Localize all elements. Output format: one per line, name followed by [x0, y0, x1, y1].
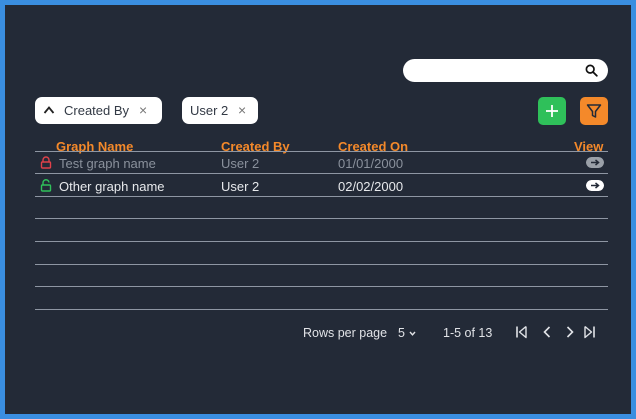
app-window: Created By × User 2 × Graph Name Created…	[0, 0, 636, 419]
table-cell-created-by: User 2	[221, 179, 260, 194]
arrow-right-icon[interactable]	[586, 157, 604, 168]
empty-row-divider	[35, 309, 608, 310]
chip-label: Created By	[64, 103, 130, 118]
divider	[35, 173, 608, 174]
table-cell-graph-name[interactable]: Test graph name	[59, 156, 156, 171]
plus-icon	[546, 105, 558, 117]
first-page-icon[interactable]	[515, 325, 529, 339]
rows-per-page-select[interactable]: 5	[398, 326, 416, 340]
divider	[35, 196, 608, 197]
rows-per-page-value: 5	[398, 326, 405, 340]
add-graph-button[interactable]	[538, 97, 566, 125]
arrow-right-icon[interactable]	[586, 180, 604, 191]
search-input[interactable]	[403, 59, 608, 82]
last-page-icon[interactable]	[582, 325, 596, 339]
close-icon[interactable]: ×	[238, 97, 246, 124]
pagination-range: 1-5 of 13	[443, 326, 493, 340]
rows-per-page-label: Rows per page	[303, 326, 388, 340]
table-cell-created-by: User 2	[221, 156, 260, 171]
dropdown-arrow-icon	[409, 331, 416, 337]
prev-page-icon[interactable]	[540, 325, 554, 339]
chevron-up-icon[interactable]	[43, 105, 55, 115]
search-icon[interactable]	[585, 64, 598, 77]
empty-row-divider	[35, 264, 608, 265]
empty-row-divider	[35, 286, 608, 287]
filter-chip-user[interactable]: User 2 ×	[182, 97, 258, 124]
table-cell-created-on: 01/01/2000	[338, 156, 404, 171]
empty-row-divider	[35, 241, 608, 242]
filter-chip-created-by[interactable]: Created By ×	[35, 97, 162, 124]
next-page-icon[interactable]	[563, 325, 577, 339]
filter-button[interactable]	[580, 97, 608, 125]
table-cell-graph-name[interactable]: Other graph name	[59, 179, 165, 194]
lock-icon	[40, 156, 52, 169]
empty-row-divider	[35, 218, 608, 219]
table-cell-created-on: 02/02/2000	[338, 179, 404, 194]
filter-icon	[586, 104, 602, 118]
divider	[35, 151, 608, 152]
chip-label: User 2	[190, 103, 229, 118]
unlock-icon	[40, 179, 52, 192]
close-icon[interactable]: ×	[139, 97, 147, 124]
